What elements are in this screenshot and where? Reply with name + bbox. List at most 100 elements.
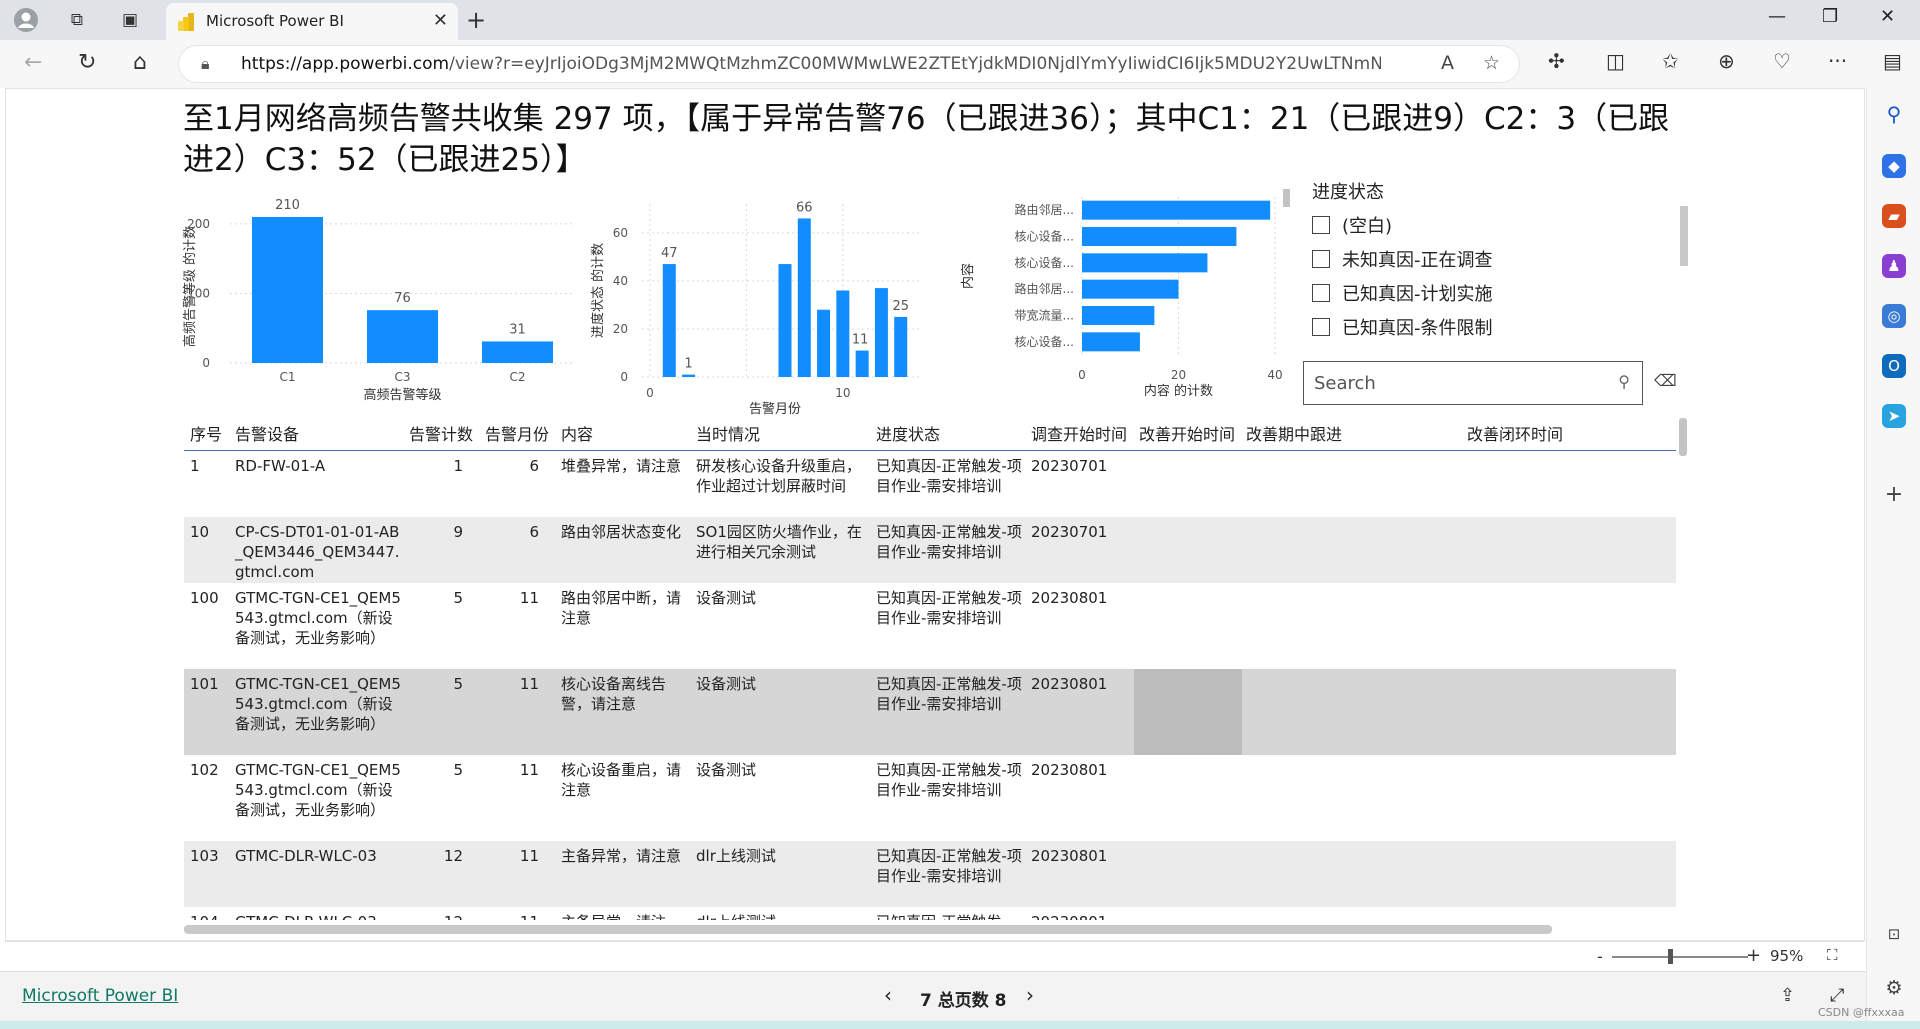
- close-window-icon[interactable]: ✕: [1880, 6, 1895, 27]
- next-page-button[interactable]: ›: [1026, 983, 1034, 1007]
- checkbox[interactable]: [1312, 250, 1330, 268]
- table-vertical-scrollbar[interactable]: [1679, 418, 1687, 456]
- browser-essentials-icon[interactable]: ♡: [1773, 49, 1791, 73]
- zoom-in-button[interactable]: +: [1746, 945, 1761, 966]
- column-header[interactable]: 改善开始时间: [1139, 421, 1235, 445]
- zoom-slider-track[interactable]: [1612, 956, 1748, 958]
- column-header[interactable]: 内容: [561, 421, 593, 445]
- sidebar-settings-icon[interactable]: ⚙: [1882, 976, 1906, 1000]
- zoom-out-button[interactable]: -: [1597, 947, 1603, 966]
- workspaces-icon[interactable]: ⧉: [63, 6, 91, 34]
- table-cell: 11: [519, 589, 539, 607]
- extensions-icon[interactable]: ✣: [1548, 49, 1565, 73]
- checkbox[interactable]: [1312, 284, 1330, 302]
- hide-sidebar-icon[interactable]: ⊡: [1882, 922, 1906, 946]
- browser-tab[interactable]: Microsoft Power BI ✕: [166, 3, 458, 40]
- chart-scrollbar: [1283, 189, 1290, 207]
- read-aloud-icon[interactable]: A: [1441, 52, 1454, 74]
- slicer-option[interactable]: (空白): [1312, 212, 1392, 238]
- slicer-scrollbar[interactable]: [1680, 206, 1688, 266]
- table-cell: 已知真因-正常触发-项目作业-需安排培训: [876, 589, 1022, 627]
- table-row[interactable]: 10 CP-CS-DT01-01-01-AB_QEM3446_QEM3447.gt…: [184, 517, 1676, 583]
- close-tab-icon[interactable]: ✕: [433, 10, 448, 31]
- restore-icon[interactable]: ❐: [1822, 6, 1838, 27]
- split-screen-icon[interactable]: ◫: [1606, 49, 1625, 73]
- table-row[interactable]: 103 GTMC-DLR-WLC-03 12 11 主备异常，请注意 dlr上线测试 已知真…: [184, 841, 1676, 907]
- column-header[interactable]: 当时情况: [696, 421, 760, 445]
- x-tick-label: 40: [1267, 368, 1282, 382]
- refresh-icon[interactable]: ↻: [78, 50, 96, 75]
- collections-icon[interactable]: ⊕: [1718, 49, 1735, 73]
- tab-actions-icon[interactable]: ▣: [116, 6, 144, 34]
- previous-page-button[interactable]: ‹: [884, 983, 892, 1007]
- table-cell: 11: [519, 847, 539, 865]
- y-tick-label: 路由邻居...: [1015, 281, 1074, 296]
- chart-alert-month-svg: 02040604716611250 10告警月份进度状态 的计数: [590, 200, 920, 417]
- chart-alert-month[interactable]: 0 20 40 60 47 1 66 11 25 0 10 告警月份 进度状态 的计数: [590, 190, 930, 424]
- chart-content[interactable]: 0 20 40 路由邻居... 核心设备... 核心设备... 路由邻居... 带宽流量...…: [960, 185, 1300, 414]
- table-row[interactable]: 102 GTMC-TGN-CE1_QEM5543.gtmcl.com（新设备测试，…: [184, 755, 1676, 841]
- send-icon[interactable]: ➤: [1882, 404, 1906, 428]
- column-header[interactable]: 改善闭环时间: [1467, 421, 1563, 445]
- y-tick-label: 核心设备...: [1015, 335, 1074, 349]
- table-row[interactable]: 101 GTMC-TGN-CE1_QEM5543.gtmcl.com（新设备测试，…: [184, 669, 1676, 755]
- tools-icon[interactable]: ▰: [1882, 204, 1906, 228]
- shopping-icon[interactable]: ◆: [1882, 154, 1906, 178]
- data-label: 25: [892, 299, 909, 314]
- chart-alert-level-svg: 0100200210C176C331C2高频告警等级高频告警等级 的计数: [182, 198, 575, 403]
- slicer-option[interactable]: 未知真因-正在调查: [1312, 246, 1493, 272]
- column-header[interactable]: 告警月份: [485, 421, 549, 445]
- column-header[interactable]: 告警设备: [235, 421, 299, 445]
- new-tab-icon[interactable]: +: [466, 6, 486, 34]
- table-cell: 主备异常，请注: [561, 912, 683, 920]
- favorites-icon[interactable]: ✩: [1662, 49, 1679, 73]
- zoom-slider-thumb[interactable]: [1668, 949, 1673, 964]
- slicer-option[interactable]: 已知真因-条件限制: [1312, 314, 1493, 340]
- chart-alert-level[interactable]: 0 100 200 210 C1 76 C3 31 C2 高频告警等级 高频告警等级 的计数: [180, 190, 580, 414]
- sidebar-toggle-icon[interactable]: ▤: [1883, 49, 1902, 73]
- column-header[interactable]: 告警计数: [409, 421, 473, 445]
- copilot-icon[interactable]: ◎: [1882, 304, 1906, 328]
- home-icon[interactable]: ⌂: [133, 50, 147, 75]
- column-header[interactable]: 序号: [190, 421, 222, 445]
- outlook-icon[interactable]: O: [1882, 354, 1906, 378]
- games-icon[interactable]: ♟: [1882, 254, 1906, 278]
- table-cell: 20230801: [1031, 589, 1108, 607]
- table-cell: 已知真因-正常触发-项目作业-需安排培训: [876, 457, 1022, 495]
- table-cell: 5: [453, 761, 463, 779]
- share-icon[interactable]: ⇪: [1780, 985, 1795, 1006]
- search-sidebar-icon[interactable]: ⚲: [1882, 102, 1906, 126]
- table-row[interactable]: 100 GTMC-TGN-CE1_QEM5543.gtmcl.com（新设备测试，…: [184, 583, 1676, 669]
- x-axis-title: 高频告警等级: [363, 387, 441, 403]
- profile-icon[interactable]: [12, 6, 40, 34]
- bar: [797, 218, 811, 377]
- fullscreen-icon[interactable]: ⤢: [1830, 985, 1844, 1006]
- table-cell: SO1园区防火墙作业，在进行相关冗余测试: [696, 523, 862, 561]
- minimize-icon[interactable]: —: [1768, 6, 1786, 27]
- back-icon[interactable]: ←: [24, 50, 42, 75]
- table-cell: GTMC-TGN-CE1_QEM5543.gtmcl.com（新设备测试，无业务…: [235, 675, 401, 733]
- favorite-star-icon[interactable]: ☆: [1483, 52, 1500, 74]
- powerbi-link[interactable]: Microsoft Power BI: [22, 986, 178, 1006]
- bar: [855, 350, 869, 377]
- address-toolbar: ← ↻ ⌂ 🔒︎ https://app.powerbi.com/view?r=…: [0, 40, 1920, 88]
- bar: [1082, 200, 1271, 220]
- table-row[interactable]: 1 RD-FW-01-A 1 6 堆叠异常，请注意 研发核心设备升级重启，作业超过计划屏蔽…: [184, 451, 1676, 517]
- checkbox[interactable]: [1312, 216, 1330, 234]
- column-header[interactable]: 调查开始时间: [1031, 421, 1127, 445]
- table-horizontal-scrollbar[interactable]: [184, 925, 1552, 934]
- fit-to-page-icon[interactable]: ⛶: [1827, 946, 1838, 964]
- clear-selections-icon[interactable]: ⌫: [1654, 371, 1677, 390]
- lock-icon: 🔒︎: [201, 54, 210, 73]
- table-row[interactable]: 104 GTMC-DLR-WLC-03 12 11 主备异常，请注 dlr上线测试已知真因…: [184, 907, 1676, 920]
- address-bar[interactable]: 🔒︎ https://app.powerbi.com/view?r=eyJrIj…: [178, 45, 1520, 83]
- column-header[interactable]: 进度状态: [876, 421, 940, 445]
- checkbox[interactable]: [1312, 318, 1330, 336]
- bar: [252, 216, 323, 363]
- more-menu-icon[interactable]: ···: [1828, 49, 1847, 73]
- slicer-option[interactable]: 已知真因-计划实施: [1312, 280, 1493, 306]
- table-cell: 核心设备重启，请注意: [561, 761, 682, 799]
- column-header[interactable]: 改善期中跟进: [1246, 421, 1342, 445]
- add-sidebar-app-icon[interactable]: +: [1882, 482, 1906, 507]
- slicer-search-input[interactable]: Search ⚲: [1303, 361, 1643, 405]
